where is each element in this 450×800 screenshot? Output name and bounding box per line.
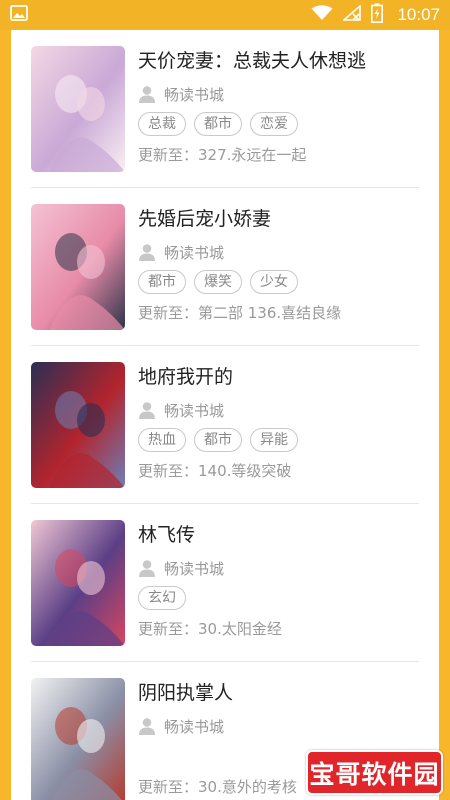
battery-icon	[371, 3, 384, 27]
genre-tag[interactable]: 少女	[250, 270, 298, 294]
book-source: 畅读书城	[164, 717, 225, 736]
book-title[interactable]: 先婚后宠小娇妻	[138, 206, 408, 232]
latest-chapter: 更新至：140.等级突破	[138, 462, 292, 480]
book-cover-image[interactable]	[31, 520, 125, 646]
book-title[interactable]: 阴阳执掌人	[138, 680, 408, 706]
book-info: 林飞传畅读书城玄幻更新至：30.太阳金经	[138, 522, 408, 639]
author-row: 畅读书城	[138, 557, 408, 579]
book-title[interactable]: 天价宠妻：总裁夫人休想逃	[138, 48, 408, 74]
book-item[interactable]: 林飞传畅读书城玄幻更新至：30.太阳金经	[31, 504, 419, 662]
book-source: 畅读书城	[164, 401, 225, 420]
genre-tag[interactable]: 玄幻	[138, 586, 186, 610]
book-info: 先婚后宠小娇妻畅读书城都市 爆笑 少女更新至：第二部 136.喜结良缘	[138, 206, 408, 323]
book-source: 畅读书城	[164, 559, 225, 578]
status-bar: 10:07	[0, 0, 450, 30]
genre-tag[interactable]: 爆笑	[194, 270, 242, 294]
book-cover-image[interactable]	[31, 678, 125, 800]
book-item[interactable]: 地府我开的畅读书城热血 都市 异能更新至：140.等级突破	[31, 346, 419, 504]
wifi-icon	[311, 5, 333, 25]
book-source: 畅读书城	[164, 85, 225, 104]
signal-icon	[342, 4, 362, 25]
tag-list: 玄幻	[138, 586, 408, 610]
user-icon	[138, 243, 156, 261]
book-info: 地府我开的畅读书城热血 都市 异能更新至：140.等级突破	[138, 364, 408, 481]
book-title[interactable]: 林飞传	[138, 522, 408, 548]
book-source: 畅读书城	[164, 243, 225, 262]
book-title[interactable]: 地府我开的	[138, 364, 408, 390]
book-list-panel[interactable]: 天价宠妻：总裁夫人休想逃 畅读书城 总裁 都市 恋爱 更新至：327.永远在一起 先婚后宠小…	[11, 30, 439, 800]
latest-chapter: 更新至：第二部 136.喜结良缘	[138, 304, 342, 322]
genre-tag[interactable]: 异能	[250, 428, 298, 452]
author-row: 畅读书城	[138, 83, 408, 105]
right-frame	[439, 30, 450, 800]
user-icon	[138, 717, 156, 735]
author-row: 畅读书城	[138, 715, 408, 737]
book-item[interactable]: 先婚后宠小娇妻畅读书城都市 爆笑 少女更新至：第二部 136.喜结良缘	[31, 188, 419, 346]
user-icon	[138, 85, 156, 103]
user-icon	[138, 401, 156, 419]
book-item[interactable]: 天价宠妻：总裁夫人休想逃畅读书城总裁 都市 恋爱更新至：327.永远在一起	[31, 30, 419, 188]
genre-tag[interactable]: 热血	[138, 428, 186, 452]
latest-chapter: 更新至：30.太阳金经	[138, 620, 282, 638]
genre-tag[interactable]: 都市	[138, 270, 186, 294]
tag-list: 热血 都市 异能	[138, 428, 408, 452]
book-info: 天价宠妻：总裁夫人休想逃畅读书城总裁 都市 恋爱更新至：327.永远在一起	[138, 48, 408, 165]
genre-tag[interactable]: 恋爱	[250, 112, 298, 136]
genre-tag[interactable]: 都市	[194, 428, 242, 452]
tag-list: 总裁 都市 恋爱	[138, 112, 408, 136]
user-icon	[138, 559, 156, 577]
author-row: 畅读书城	[138, 399, 408, 421]
clock: 10:07	[397, 5, 440, 24]
book-cover-image[interactable]	[31, 362, 125, 488]
left-frame	[0, 30, 11, 800]
image-icon	[10, 5, 28, 25]
book-cover-image[interactable]	[31, 46, 125, 172]
latest-chapter: 更新至：327.永远在一起	[138, 146, 307, 164]
author-row: 畅读书城	[138, 241, 408, 263]
genre-tag[interactable]: 总裁	[138, 112, 186, 136]
tag-list: 都市 爆笑 少女	[138, 270, 408, 294]
genre-tag[interactable]: 都市	[194, 112, 242, 136]
book-cover-image[interactable]	[31, 204, 125, 330]
watermark-logo: 宝哥软件园	[306, 750, 443, 795]
